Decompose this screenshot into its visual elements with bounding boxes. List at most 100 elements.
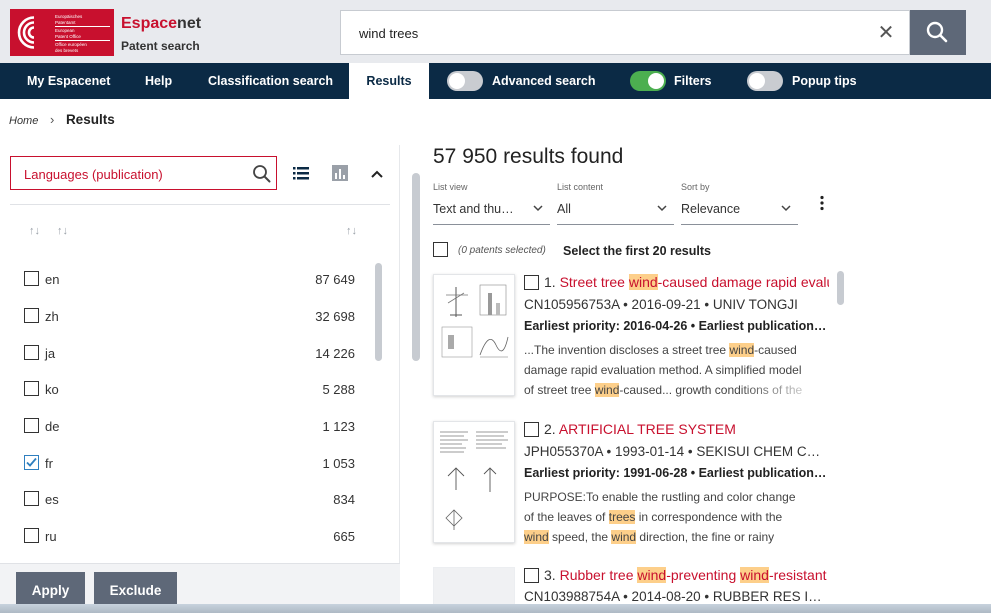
nav-filters[interactable]: Filters (674, 63, 712, 99)
search-box: ✕ (340, 10, 910, 55)
main-nav: My Espacenet Help Classification search … (0, 63, 991, 99)
result-heading: 3. Rubber tree wind-preventing wind-resi… (524, 567, 829, 585)
abstract-line: ...The invention discloses a street tree… (524, 343, 797, 357)
checkbox[interactable] (24, 418, 39, 433)
search-button[interactable] (910, 10, 966, 55)
result-title-link[interactable]: 3. Rubber tree wind-preventing wind-resi… (544, 567, 829, 583)
result-thumbnail[interactable] (433, 421, 515, 543)
list-item[interactable]: zh 32 698 (24, 308, 355, 326)
abstract-line: damage rapid evaluation method. A simpli… (524, 363, 802, 377)
nav-results[interactable]: Results (349, 63, 429, 99)
result-title-link[interactable]: 1. Street tree wind-caused damage rapid … (544, 274, 829, 290)
result-thumbnail[interactable] (433, 274, 515, 396)
checkbox[interactable] (24, 491, 39, 506)
abstract-line: PURPOSE:To enable the rustling and color… (524, 490, 796, 504)
result-heading: 1. Street tree wind-caused damage rapid … (524, 274, 829, 292)
search-icon[interactable] (252, 164, 272, 184)
filter-search-input[interactable] (24, 166, 244, 182)
list-content-label: List content (557, 182, 604, 192)
list-item[interactable]: en 87 649 (24, 271, 355, 289)
select-all-checkbox[interactable] (433, 242, 448, 257)
search-term-highlight: wind (524, 530, 549, 544)
language-count: 5 288 (322, 382, 355, 397)
checkbox[interactable] (24, 271, 39, 286)
chevron-right-icon: › (49, 112, 55, 127)
language-code: zh (45, 309, 59, 324)
sort-icon[interactable]: ↑↓ (29, 225, 40, 237)
chevron-up-icon[interactable] (367, 164, 387, 184)
search-term-highlight: trees (608, 510, 636, 524)
list-icon[interactable] (291, 163, 311, 183)
sort-icon[interactable]: ↑↓ (346, 225, 357, 237)
abstract-line: of the leaves of trees in correspondence… (524, 510, 783, 524)
result-checkbox[interactable] (524, 422, 539, 437)
epo-logo[interactable]: Europäisches Patentamt European Patent O… (10, 9, 114, 56)
language-code: de (45, 419, 60, 434)
selected-count: (0 patents selected) (458, 245, 546, 256)
list-item[interactable]: ko 5 288 (24, 381, 355, 399)
nav-my-espacenet[interactable]: My Espacenet (27, 63, 110, 99)
language-code: es (45, 492, 59, 507)
nav-advanced-search[interactable]: Advanced search (492, 63, 596, 99)
result-checkbox[interactable] (524, 568, 539, 583)
popup-tips-toggle[interactable] (747, 71, 783, 91)
breadcrumb-home[interactable]: Home (9, 115, 38, 127)
filter-scrollbar[interactable] (375, 263, 382, 361)
panel-divider (10, 204, 390, 205)
language-code: ko (45, 382, 59, 397)
more-options-icon[interactable] (819, 195, 825, 211)
result-title-link[interactable]: 2. ARTIFICIAL TREE SYSTEM (544, 421, 736, 437)
checkbox[interactable] (24, 345, 39, 360)
language-count: 1 053 (322, 456, 355, 471)
results-count: 57 950 results found (433, 145, 624, 168)
checkbox[interactable] (24, 381, 39, 396)
nav-popup-tips[interactable]: Popup tips (792, 63, 857, 99)
logo-text: Europäisches Patentamt European Patent O… (55, 14, 110, 53)
bar-chart-icon[interactable] (330, 163, 350, 183)
filters-toggle[interactable] (630, 71, 666, 91)
result-checkbox[interactable] (524, 275, 539, 290)
logo-line: Patent Office (55, 33, 81, 39)
select-first-results[interactable]: Select the first 20 results (563, 244, 711, 258)
list-content-select[interactable]: List content All (557, 182, 674, 225)
search-input[interactable] (359, 24, 859, 42)
close-icon[interactable]: ✕ (876, 23, 896, 43)
language-code: ja (45, 346, 56, 361)
result-number: 3. (544, 567, 556, 583)
brand-name-part: Espace (121, 15, 178, 32)
window-bottom-edge (0, 604, 991, 613)
result-title: Street tree wind-caused damage rapid eva… (559, 274, 829, 290)
result-abstract: ...The invention discloses a street tree… (524, 340, 829, 400)
chevron-down-icon (533, 205, 543, 212)
filter-panel: ↑↓ ↑↓ ↑↓ en 87 649 zh 32 698 ja 14 226 k… (0, 145, 400, 613)
filter-search (10, 156, 277, 190)
checkbox[interactable] (24, 528, 39, 543)
nav-classification-search[interactable]: Classification search (208, 63, 333, 99)
nav-help[interactable]: Help (145, 63, 172, 99)
result-priority: Earliest priority: 2016-04-26 • Earliest… (524, 319, 829, 333)
list-item[interactable]: ru 665 (24, 528, 355, 546)
breadcrumb-current: Results (65, 112, 115, 127)
list-view-select[interactable]: List view Text and thu… (433, 182, 550, 225)
result-number: 1. (544, 274, 556, 290)
advanced-search-toggle[interactable] (447, 71, 483, 91)
toggle-knob (648, 73, 664, 89)
list-item[interactable]: ja 14 226 (24, 345, 355, 363)
list-item[interactable]: es 834 (24, 491, 355, 509)
brand-name[interactable]: Espacenet (121, 15, 201, 33)
list-item[interactable]: fr 1 053 (24, 455, 355, 473)
sort-icon[interactable]: ↑↓ (57, 225, 68, 237)
checkbox-checked[interactable] (24, 455, 39, 470)
panel-scrollbar[interactable] (412, 173, 420, 361)
list-item[interactable]: de 1 123 (24, 418, 355, 436)
result-meta: JPH055370A • 1993-01-14 • SEKISUI CHEM C… (524, 444, 829, 459)
search-term-highlight: wind (740, 567, 769, 583)
check-icon (25, 457, 37, 467)
sort-by-select[interactable]: Sort by Relevance (681, 182, 798, 225)
patent-drawing-thumbnail (440, 431, 508, 530)
checkbox[interactable] (24, 308, 39, 323)
brand-subtitle: Patent search (121, 39, 200, 53)
results-scrollbar[interactable] (837, 271, 844, 305)
chevron-down-icon (657, 205, 667, 212)
list-content-value: All (557, 202, 571, 216)
